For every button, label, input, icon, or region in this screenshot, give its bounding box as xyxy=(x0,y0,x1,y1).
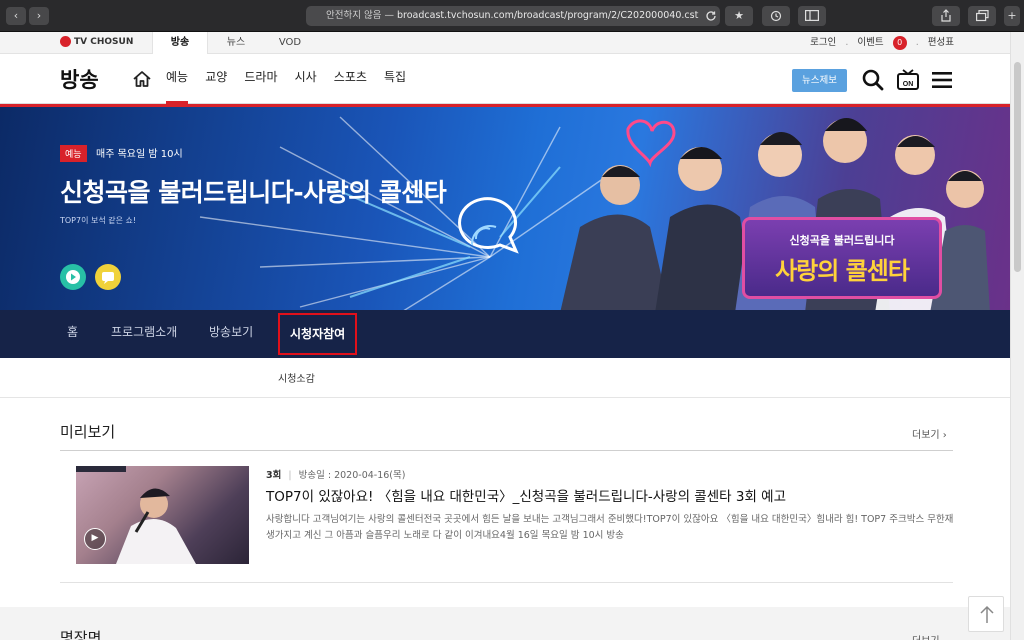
nav-sports[interactable]: 스포츠 xyxy=(334,54,367,104)
scroll-to-top-button[interactable] xyxy=(968,596,1004,632)
sub-nav-home[interactable]: 홈 xyxy=(67,310,78,358)
tabs-overview-icon[interactable] xyxy=(968,6,996,26)
search-icon[interactable] xyxy=(860,67,886,93)
top-links: 로그인 . 이벤트 0 . 편성표 xyxy=(810,35,954,50)
onair-tv-icon[interactable]: ON xyxy=(895,67,921,93)
sub-nav-program-intro[interactable]: 프로그램소개 xyxy=(111,310,177,358)
program-hero-banner: 예능 매주 목요일 밤 10시 신청곡을 불러드립니다-사랑의 콜센타 TOP7… xyxy=(0,104,1010,310)
insecure-label: 안전하지 않음 — xyxy=(326,10,394,21)
section-title-highlights: 명장면 xyxy=(60,629,102,640)
top-tab-news[interactable]: 뉴스 xyxy=(208,32,264,54)
sub-nav-watch[interactable]: 방송보기 xyxy=(209,310,253,358)
login-link[interactable]: 로그인 xyxy=(810,37,836,48)
browser-toolbar: ‹ › 안전하지 않음 — broadcast.tvchosun.com/bro… xyxy=(0,0,1024,32)
nav-drama[interactable]: 드라마 xyxy=(244,54,277,104)
section-title-preview: 미리보기 xyxy=(60,423,116,441)
news-tip-button[interactable]: 뉴스제보 xyxy=(792,69,847,92)
nav-special[interactable]: 특집 xyxy=(384,54,406,104)
more-label: 더보기 xyxy=(912,430,940,441)
genre-badge: 예능 xyxy=(60,145,87,162)
sub-menu-viewer-review[interactable]: 시청소감 xyxy=(278,370,315,385)
bookmark-star-icon[interactable]: ★ xyxy=(725,6,753,26)
sidebar-icon[interactable] xyxy=(798,6,826,26)
chat-icon xyxy=(102,272,114,284)
page-logo[interactable]: 방송 xyxy=(60,64,99,94)
air-date: 방송일 : 2020-04-16(목) xyxy=(298,470,406,481)
section2-band xyxy=(0,607,1010,640)
top-tab-vod[interactable]: VOD xyxy=(262,32,318,54)
program-sub-nav: 홈 프로그램소개 방송보기 시청자참여 xyxy=(0,310,1010,358)
episode-description: 사랑합니다 고객님여기는 사랑의 콜센터전국 곳곳에서 힘든 날을 보내는 고객… xyxy=(266,514,954,541)
history-icon[interactable] xyxy=(762,6,790,26)
video-play-icon[interactable]: ▶ xyxy=(84,528,106,550)
tvchosun-logo[interactable]: TV CHOSUN xyxy=(60,36,133,47)
highlights-more-link[interactable]: 더보기 xyxy=(912,632,940,640)
reload-icon[interactable] xyxy=(702,6,720,26)
thumbnail-image xyxy=(76,466,196,564)
show-logo-line1: 신청곡을 불러드립니다 xyxy=(789,234,895,247)
forward-button[interactable]: › xyxy=(29,7,49,25)
section-divider xyxy=(60,450,953,451)
scrollbar-thumb[interactable] xyxy=(1014,62,1021,272)
nav-current-affairs[interactable]: 시사 xyxy=(295,54,317,104)
show-logo-card: 신청곡을 불러드립니다 사랑의 콜센타 xyxy=(742,217,942,299)
share-icon[interactable] xyxy=(932,6,960,26)
url-text: broadcast.tvchosun.com/broadcast/program… xyxy=(397,10,699,21)
show-logo-line2: 사랑의 콜센타 xyxy=(775,257,910,285)
new-tab-icon[interactable]: + xyxy=(1004,6,1020,26)
home-icon[interactable] xyxy=(132,69,152,89)
schedule-link[interactable]: 편성표 xyxy=(928,37,954,48)
scrollbar[interactable] xyxy=(1010,32,1024,640)
main-nav: 예능 교양 드라마 시사 스포츠 특집 xyxy=(166,54,418,104)
chevron-right-icon: › xyxy=(942,430,947,441)
tvchosun-mark-icon xyxy=(60,36,71,47)
top-tab-broadcast[interactable]: 방송 xyxy=(152,32,208,54)
event-link[interactable]: 이벤트 xyxy=(857,37,883,48)
nav-variety[interactable]: 예능 xyxy=(166,54,189,104)
site-top-strip: TV CHOSUN 방송 뉴스 VOD 로그인 . 이벤트 0 . 편성표 xyxy=(0,32,1010,54)
episode-meta: 3회 | 방송일 : 2020-04-16(목) xyxy=(266,470,406,481)
play-vod-button[interactable] xyxy=(60,264,86,290)
item-divider xyxy=(60,582,953,583)
arrow-up-icon xyxy=(980,605,994,623)
sub-nav-viewer-participation[interactable]: 시청자참여 xyxy=(278,313,358,355)
sub-menu-row: 시청소감 xyxy=(0,358,1010,398)
episode-title[interactable]: TOP7이 있잖아요! 〈힘을 내요 대한민국〉_신청곡을 불러드립니다-사랑의… xyxy=(266,485,786,505)
menu-icon[interactable] xyxy=(929,67,955,93)
play-icon xyxy=(66,270,80,284)
preview-more-link[interactable]: 더보기 › xyxy=(912,426,947,441)
episode-number: 3회 xyxy=(266,470,282,481)
talk-button[interactable] xyxy=(95,264,121,290)
program-title: 신청곡을 불러드립니다-사랑의 콜센타 xyxy=(60,178,447,207)
nav-culture[interactable]: 교양 xyxy=(205,54,227,104)
main-header: 방송 예능 교양 드라마 시사 스포츠 특집 뉴스제보 ON xyxy=(0,54,1010,104)
broadcast-schedule: 매주 목요일 밤 10시 xyxy=(96,149,183,160)
event-count-badge: 0 xyxy=(892,35,907,50)
brand-text: TV CHOSUN xyxy=(74,37,134,47)
preview-thumbnail[interactable]: ▶ xyxy=(76,466,249,564)
address-bar[interactable]: 안전하지 않음 — broadcast.tvchosun.com/broadca… xyxy=(306,6,720,26)
svg-text:ON: ON xyxy=(903,81,914,88)
program-subtitle: TOP7이 보석 같은 쇼! xyxy=(60,216,137,225)
back-button[interactable]: ‹ xyxy=(6,7,26,25)
